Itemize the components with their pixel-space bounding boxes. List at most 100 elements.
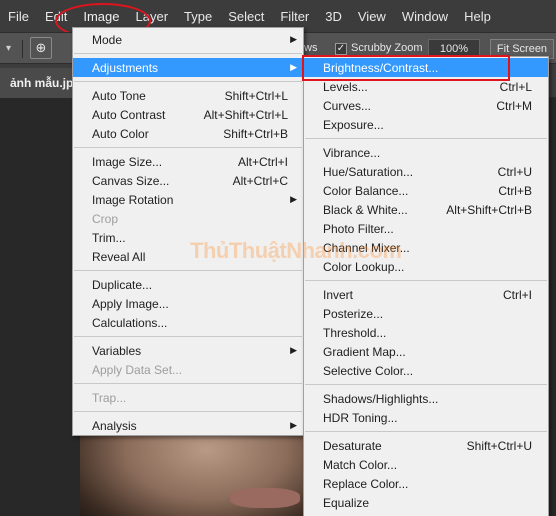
menu-item-image-rotation[interactable]: Image Rotation ▶	[73, 190, 303, 209]
menu-item-label: Trap...	[92, 390, 127, 405]
menu-item-image-size[interactable]: Image Size... Alt+Ctrl+I	[73, 152, 303, 171]
menu-item-label: Auto Tone	[92, 88, 146, 103]
menu-separator	[74, 147, 302, 148]
menu-item-brightness-contrast[interactable]: Brightness/Contrast...	[304, 58, 548, 77]
menu-item-label: Hue/Saturation...	[323, 164, 414, 179]
submenu-arrow-icon: ▶	[290, 420, 297, 430]
menu-item-shortcut: Ctrl+U	[497, 164, 532, 179]
menu-item-apply-image[interactable]: Apply Image...	[73, 294, 303, 313]
menu-item-label: Photo Filter...	[323, 221, 394, 236]
menu-item-shortcut: Ctrl+I	[502, 287, 532, 302]
menu-item-label: Equalize	[323, 495, 370, 510]
menu-item-shortcut: Alt+Ctrl+I	[237, 154, 288, 169]
menu-item-selective-color[interactable]: Selective Color...	[304, 361, 548, 380]
menu-item-reveal-all[interactable]: Reveal All	[73, 247, 303, 266]
menu-help[interactable]: Help	[456, 0, 499, 32]
menu-item-posterize[interactable]: Posterize...	[304, 304, 548, 323]
menu-item-vibrance[interactable]: Vibrance...	[304, 143, 548, 162]
menu-item-trim[interactable]: Trim...	[73, 228, 303, 247]
menu-item-canvas-size[interactable]: Canvas Size... Alt+Ctrl+C	[73, 171, 303, 190]
menu-separator	[74, 81, 302, 82]
menu-item-apply-data-set: Apply Data Set...	[73, 360, 303, 379]
menu-item-label: Color Balance...	[323, 183, 409, 198]
menu-item-label: Channel Mixer...	[323, 240, 410, 255]
image-menu-dropdown: Mode ▶ Adjustments ▶ Auto Tone Shift+Ctrl+L Au…	[72, 27, 304, 436]
menu-item-shortcut: Shift+Ctrl+L	[224, 88, 288, 103]
menu-item-gradient-map[interactable]: Gradient Map...	[304, 342, 548, 361]
menu-item-color-lookup[interactable]: Color Lookup...	[304, 257, 548, 276]
menu-item-label: Apply Data Set...	[92, 362, 183, 377]
menu-item-shortcut: Shift+Ctrl+U	[466, 438, 532, 453]
menu-item-label: Curves...	[323, 98, 372, 113]
menu-item-hdr-toning[interactable]: HDR Toning...	[304, 408, 548, 427]
menu-item-label: Invert	[323, 287, 354, 302]
menu-file[interactable]: File	[0, 0, 37, 32]
menu-view[interactable]: View	[350, 0, 394, 32]
adjustments-submenu: Brightness/Contrast... Levels... Ctrl+L Cur…	[303, 56, 549, 516]
chevron-down-icon[interactable]: ▾	[6, 43, 11, 54]
scrubby-zoom-label[interactable]: Scrubby Zoom	[351, 42, 423, 54]
menu-item-analysis[interactable]: Analysis ▶	[73, 416, 303, 435]
menu-item-label: Mode	[92, 32, 123, 47]
menu-separator	[305, 431, 547, 432]
menu-item-label: Reveal All	[92, 249, 146, 264]
menu-item-invert[interactable]: Invert Ctrl+I	[304, 285, 548, 304]
menu-separator	[74, 53, 302, 54]
divider	[22, 40, 23, 58]
menu-separator	[305, 384, 547, 385]
menu-item-shortcut: Alt+Shift+Ctrl+L	[203, 107, 288, 122]
menu-item-photo-filter[interactable]: Photo Filter...	[304, 219, 548, 238]
menu-item-exposure[interactable]: Exposure...	[304, 115, 548, 134]
menu-item-label: Adjustments	[92, 60, 159, 75]
menu-item-label: Crop	[92, 211, 119, 226]
menu-item-calculations[interactable]: Calculations...	[73, 313, 303, 332]
menu-3d[interactable]: 3D	[317, 0, 350, 32]
menu-item-hue-saturation[interactable]: Hue/Saturation... Ctrl+U	[304, 162, 548, 181]
menu-item-label: Selective Color...	[323, 363, 414, 378]
document-tab[interactable]: ảnh mẫu.jp	[0, 68, 84, 98]
option-partial-label: ws	[304, 42, 318, 54]
menu-item-curves[interactable]: Curves... Ctrl+M	[304, 96, 548, 115]
menu-item-variables[interactable]: Variables ▶	[73, 341, 303, 360]
submenu-arrow-icon: ▶	[290, 345, 297, 355]
zoom-tool-icon[interactable]: ⊕	[30, 37, 52, 59]
menu-item-crop: Crop	[73, 209, 303, 228]
menu-item-replace-color[interactable]: Replace Color...	[304, 474, 548, 493]
menu-item-equalize[interactable]: Equalize	[304, 493, 548, 512]
menu-item-black-white[interactable]: Black & White... Alt+Shift+Ctrl+B	[304, 200, 548, 219]
menu-item-label: Auto Color	[92, 126, 149, 141]
menu-item-label: Posterize...	[323, 306, 384, 321]
menu-item-label: Desaturate	[323, 438, 382, 453]
menu-item-label: Apply Image...	[92, 296, 169, 311]
menu-item-label: Analysis	[92, 418, 137, 433]
menu-item-label: Variables	[92, 343, 142, 358]
menu-item-duplicate[interactable]: Duplicate...	[73, 275, 303, 294]
menu-item-desaturate[interactable]: Desaturate Shift+Ctrl+U	[304, 436, 548, 455]
menu-separator	[305, 138, 547, 139]
menu-item-channel-mixer[interactable]: Channel Mixer...	[304, 238, 548, 257]
menu-window[interactable]: Window	[394, 0, 456, 32]
menu-item-auto-tone[interactable]: Auto Tone Shift+Ctrl+L	[73, 86, 303, 105]
menu-item-mode[interactable]: Mode ▶	[73, 30, 303, 49]
menu-item-label: HDR Toning...	[323, 410, 398, 425]
menu-item-auto-color[interactable]: Auto Color Shift+Ctrl+B	[73, 124, 303, 143]
menu-edit[interactable]: Edit	[37, 0, 75, 32]
menu-separator	[305, 280, 547, 281]
menu-separator	[74, 383, 302, 384]
menu-item-adjustments[interactable]: Adjustments ▶	[73, 58, 303, 77]
scrubby-zoom-checkbox[interactable]: ✓	[335, 43, 347, 55]
menu-item-shadows-highlights[interactable]: Shadows/Highlights...	[304, 389, 548, 408]
menu-item-threshold[interactable]: Threshold...	[304, 323, 548, 342]
menu-item-color-balance[interactable]: Color Balance... Ctrl+B	[304, 181, 548, 200]
menu-item-label: Calculations...	[92, 315, 168, 330]
submenu-arrow-icon: ▶	[290, 62, 297, 72]
menu-item-shortcut: Ctrl+L	[499, 79, 532, 94]
menu-item-match-color[interactable]: Match Color...	[304, 455, 548, 474]
menu-item-label: Image Rotation	[92, 192, 174, 207]
menu-item-shortcut: Ctrl+M	[496, 98, 532, 113]
menu-item-shortcut: Alt+Ctrl+C	[232, 173, 288, 188]
menu-item-label: Duplicate...	[92, 277, 153, 292]
menu-item-auto-contrast[interactable]: Auto Contrast Alt+Shift+Ctrl+L	[73, 105, 303, 124]
menu-item-label: Trim...	[92, 230, 126, 245]
menu-item-levels[interactable]: Levels... Ctrl+L	[304, 77, 548, 96]
